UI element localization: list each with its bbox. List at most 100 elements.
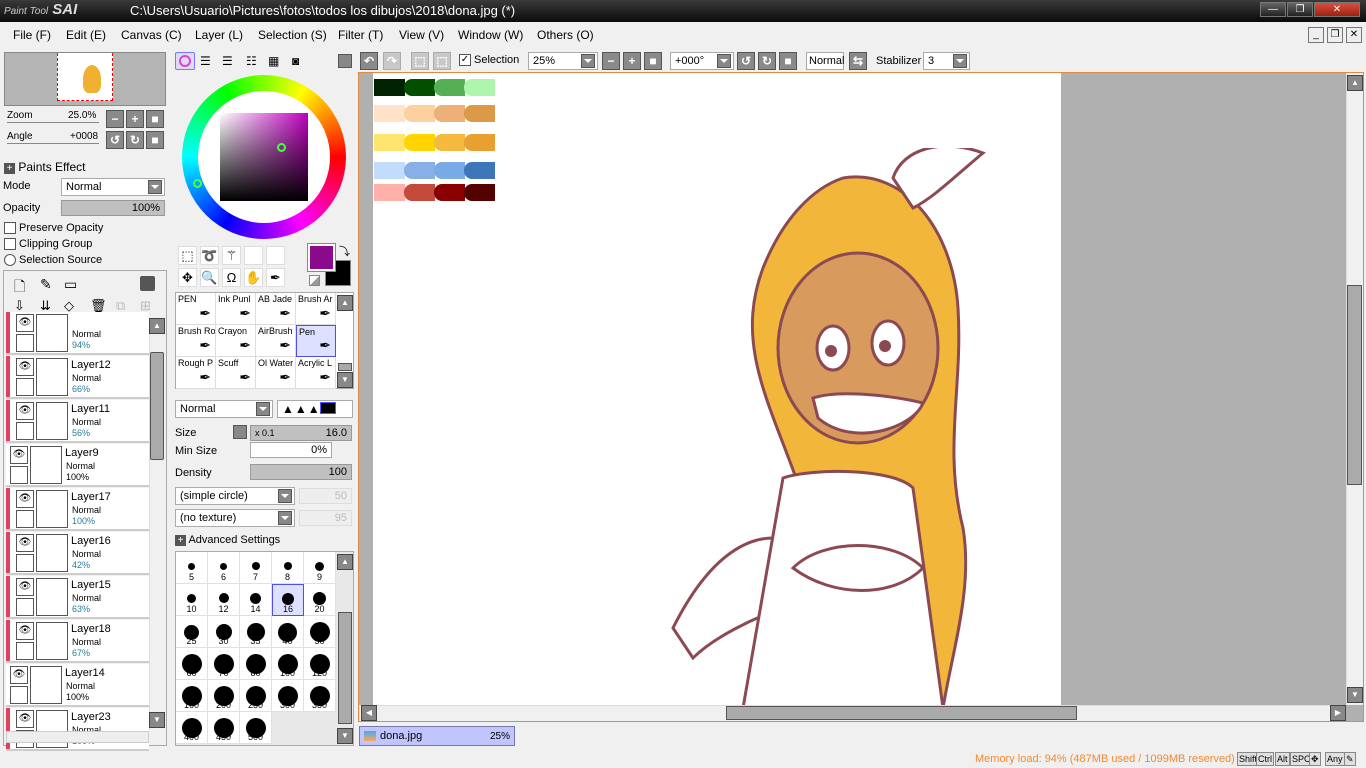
canvas-viewport[interactable]: ▲ ▼ ◀ ▶ <box>358 72 1364 722</box>
layer-item[interactable]: 👁 Layer18 Normal 67% <box>6 620 149 663</box>
brush-size-preset[interactable]: 25 <box>176 616 208 648</box>
palette-swatch[interactable] <box>374 134 405 151</box>
palette-swatch[interactable] <box>404 79 435 96</box>
tab-hsv-slider[interactable]: ☰ <box>222 54 233 68</box>
layer-opacity-slider[interactable]: 100% <box>61 200 165 216</box>
canvas-scroll-left[interactable]: ◀ <box>361 705 377 721</box>
brush-size-preset[interactable]: 80 <box>240 648 272 680</box>
layer-lock-checkbox[interactable] <box>10 466 28 484</box>
brush-slot[interactable]: Pen ✒ <box>296 325 336 357</box>
mdi-close-button[interactable]: ✕ <box>1346 27 1362 43</box>
visibility-eye-icon[interactable]: 👁 <box>16 578 34 596</box>
brush-size-preset[interactable]: 70 <box>208 648 240 680</box>
layer-item[interactable]: 👁Layer23Normal100% <box>6 708 149 751</box>
brush-size-preset[interactable]: 14 <box>240 584 272 616</box>
tab-rgb-slider[interactable]: ☰ <box>200 54 211 68</box>
visibility-eye-icon[interactable]: 👁 <box>16 534 34 552</box>
brush-size-preset[interactable]: 250 <box>240 680 272 712</box>
brush-size-preset[interactable]: 120 <box>304 648 336 680</box>
brush-size-preset[interactable]: 30 <box>208 616 240 648</box>
brush-slot[interactable]: AirBrush ✒ <box>256 325 296 357</box>
paints-effect-toggle[interactable]: + Paints Effect <box>4 160 86 174</box>
canvas-document[interactable] <box>373 73 1061 708</box>
brush-size-preset[interactable]: 8 <box>272 552 304 584</box>
brush-size-preset[interactable]: 5 <box>176 552 208 584</box>
brush-size-preset[interactable]: 400 <box>176 712 208 744</box>
lasso-tool[interactable]: ➰ <box>200 246 219 265</box>
brush-slot[interactable]: AB Jade ✒ <box>256 293 296 325</box>
brush-texture-strength[interactable]: 95 <box>299 510 352 526</box>
toolbar-rotate-right[interactable]: ↻ <box>758 52 776 70</box>
rotate-tool[interactable]: Ω <box>222 268 241 287</box>
brush-scroll-thumb[interactable] <box>338 363 352 371</box>
swap-colors-icon[interactable]: ⤵ <box>339 243 350 259</box>
tab-color-mixer[interactable]: ◙ <box>292 54 299 68</box>
palette-swatch[interactable] <box>434 134 465 151</box>
brush-blend-select[interactable]: Normal <box>175 400 273 418</box>
brush-scroll-up[interactable]: ▲ <box>337 295 353 311</box>
toolbar-zoom-out[interactable]: − <box>602 52 620 70</box>
canvas-vscroll-thumb[interactable] <box>1347 285 1362 485</box>
layer-lock-checkbox[interactable] <box>16 334 34 352</box>
menu-others[interactable]: Others (O) <box>537 28 594 42</box>
rotate-reset-button[interactable]: ■ <box>146 131 164 149</box>
canvas-scroll-right[interactable]: ▶ <box>1330 705 1346 721</box>
brush-size-preset[interactable]: 160 <box>176 680 208 712</box>
brush-size-preset[interactable]: 40 <box>272 616 304 648</box>
brush-shape-select[interactable]: (simple circle) <box>175 487 295 505</box>
flip-horizontal-button[interactable]: ⇆ <box>849 52 867 70</box>
brush-slot[interactable]: Rough P ✒ <box>176 357 216 389</box>
advanced-settings-toggle[interactable]: + Advanced Settings <box>175 534 280 546</box>
brush-slot[interactable]: Brush Ro ✒ <box>176 325 216 357</box>
brush-size-preset[interactable]: 60 <box>176 648 208 680</box>
palette-swatch[interactable] <box>374 162 405 179</box>
density-slider[interactable]: 100 <box>250 464 352 480</box>
brush-size-preset[interactable]: 20 <box>304 584 336 616</box>
palette-swatch[interactable] <box>374 184 405 201</box>
layer-lock-checkbox[interactable] <box>16 554 34 572</box>
visibility-eye-icon[interactable]: 👁 <box>16 622 34 640</box>
zoom-in-button[interactable]: + <box>126 110 144 128</box>
brush-size-preset[interactable]: 6 <box>208 552 240 584</box>
brush-slot[interactable]: Acrylic L ✒ <box>296 357 336 389</box>
palette-swatch[interactable] <box>374 105 405 122</box>
canvas-hscroll-thumb[interactable] <box>726 706 1077 720</box>
rotate-left-button[interactable]: ↺ <box>106 131 124 149</box>
move-tool[interactable]: ✥ <box>178 268 197 287</box>
brush-size-preset[interactable]: 450 <box>208 712 240 744</box>
layer-item[interactable]: 👁 Layer17 Normal 100% <box>6 488 149 531</box>
menu-canvas[interactable]: Canvas (C) <box>121 28 182 42</box>
selection-source-radio[interactable]: Selection Source <box>4 254 102 267</box>
layer-mode-select[interactable]: Normal <box>61 178 165 196</box>
palette-swatch[interactable] <box>464 105 495 122</box>
palette-swatch[interactable] <box>404 184 435 201</box>
palette-swatch[interactable] <box>404 162 435 179</box>
canvas-scroll-down[interactable]: ▼ <box>1347 687 1363 703</box>
view-mode-button[interactable]: Normal <box>806 52 844 70</box>
visibility-eye-icon[interactable]: 👁 <box>16 402 34 420</box>
layer-lock-checkbox[interactable] <box>10 686 28 704</box>
brush-size-preset[interactable]: 100 <box>272 648 304 680</box>
transparent-color-icon[interactable] <box>309 275 320 286</box>
canvas-scroll-up[interactable]: ▲ <box>1347 75 1363 91</box>
brush-slot[interactable]: Brush Ar ✒ <box>296 293 336 325</box>
palette-swatch[interactable] <box>434 105 465 122</box>
tab-color-wheel[interactable] <box>175 52 195 70</box>
mdi-restore-button[interactable]: ❐ <box>1327 27 1343 43</box>
color-picker-cursor[interactable] <box>277 143 286 152</box>
brush-size-preset[interactable]: 50 <box>304 616 336 648</box>
palette-swatch[interactable] <box>434 162 465 179</box>
close-button[interactable]: ✕ <box>1314 2 1360 17</box>
zoom-out-button[interactable]: − <box>106 110 124 128</box>
new-layer-icon[interactable]: 🗋 <box>14 276 25 300</box>
layer-item[interactable]: 👁 Layer16 Normal 42% <box>6 532 149 575</box>
brush-size-preset[interactable]: 7 <box>240 552 272 584</box>
brush-slot[interactable]: PEN ✒ <box>176 293 216 325</box>
layer-scroll-up[interactable]: ▲ <box>149 318 165 334</box>
brush-size-preset[interactable]: 500 <box>240 712 272 744</box>
layer-scroll-down[interactable]: ▼ <box>149 712 165 728</box>
brush-scroll-down[interactable]: ▼ <box>337 372 353 388</box>
palette-swatch[interactable] <box>404 134 435 151</box>
eyedropper-tool[interactable]: ✒ <box>266 268 285 287</box>
palette-swatch[interactable] <box>464 162 495 179</box>
